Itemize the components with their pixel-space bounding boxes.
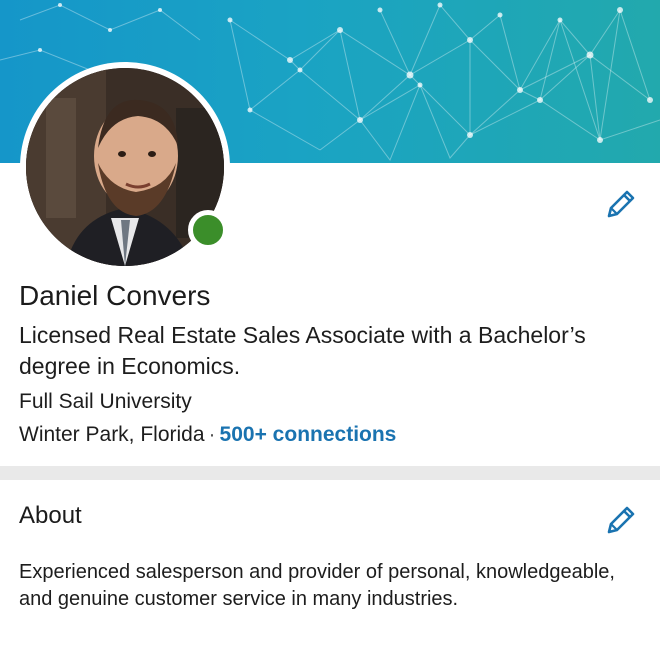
online-status-indicator <box>188 210 228 250</box>
profile-card: Daniel Convers Licensed Real Estate Sale… <box>0 0 660 466</box>
profile-location: Winter Park, Florida <box>19 423 205 446</box>
location-line: Winter Park, Florida · 500+ connections <box>19 421 396 449</box>
connections-link[interactable]: 500+ connections <box>220 423 397 446</box>
about-body: Experienced salesperson and provider of … <box>19 561 615 610</box>
profile-headline: Licensed Real Estate Sales Associate wit… <box>19 322 586 379</box>
profile-photo[interactable] <box>20 62 230 272</box>
edit-about-pencil-icon[interactable] <box>603 502 639 538</box>
about-card: About Experienced salesperson and provid… <box>0 480 660 657</box>
edit-intro-pencil-icon[interactable] <box>603 186 639 222</box>
separator-dot: · <box>208 423 216 446</box>
about-title: About <box>19 502 82 529</box>
profile-name: Daniel Convers <box>19 280 211 311</box>
profile-school[interactable]: Full Sail University <box>19 388 192 416</box>
